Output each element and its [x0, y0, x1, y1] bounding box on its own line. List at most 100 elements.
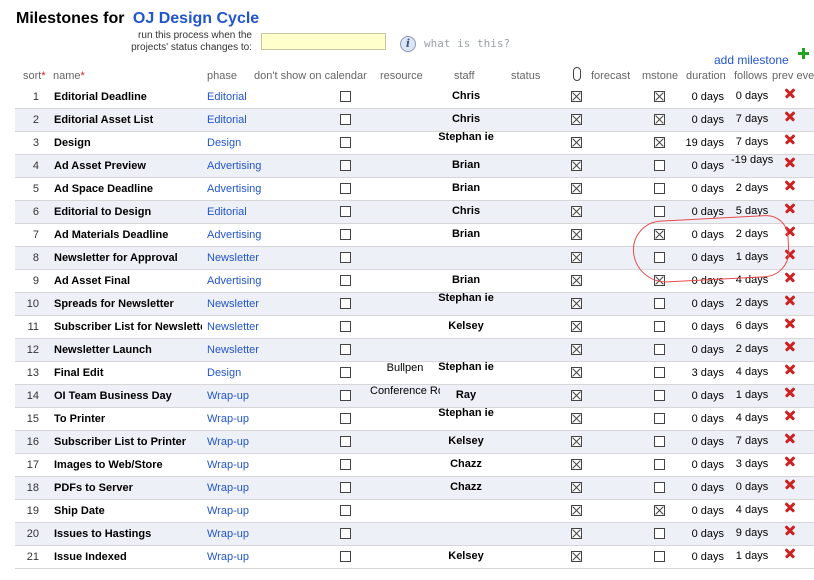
milestone-checkbox[interactable] [654, 505, 665, 516]
col-header-name[interactable]: name* [53, 70, 85, 82]
add-plus-icon[interactable] [798, 48, 809, 59]
attachment-checkbox[interactable] [571, 344, 582, 355]
milestone-name[interactable]: Issue Indexed [54, 551, 202, 565]
phase-link[interactable]: Wrap-up [207, 459, 249, 471]
project-name-link[interactable]: OJ Design Cycle [133, 10, 259, 27]
attachment-checkbox[interactable] [571, 91, 582, 102]
delete-icon[interactable] [785, 134, 795, 144]
milestone-checkbox[interactable] [654, 137, 665, 148]
milestone-name[interactable]: Ad Space Deadline [54, 183, 202, 197]
attachment-checkbox[interactable] [571, 321, 582, 332]
attachment-checkbox[interactable] [571, 275, 582, 286]
hide-calendar-checkbox[interactable] [340, 528, 351, 539]
attachment-checkbox[interactable] [571, 183, 582, 194]
delete-icon[interactable] [785, 364, 795, 374]
attachment-checkbox[interactable] [571, 137, 582, 148]
milestone-name[interactable]: Design [54, 137, 202, 151]
milestone-checkbox[interactable] [654, 298, 665, 309]
phase-link[interactable]: Advertising [207, 160, 261, 172]
milestone-checkbox[interactable] [654, 344, 665, 355]
delete-icon[interactable] [785, 433, 795, 443]
milestone-checkbox[interactable] [654, 206, 665, 217]
milestone-name[interactable]: Editorial Deadline [54, 91, 202, 105]
delete-icon[interactable] [785, 525, 795, 535]
milestone-checkbox[interactable] [654, 114, 665, 125]
phase-link[interactable]: Wrap-up [207, 528, 249, 540]
phase-link[interactable]: Wrap-up [207, 436, 249, 448]
milestone-name[interactable]: Editorial to Design [54, 206, 202, 220]
delete-icon[interactable] [785, 456, 795, 466]
phase-link[interactable]: Wrap-up [207, 505, 249, 517]
attachment-checkbox[interactable] [571, 298, 582, 309]
attachment-checkbox[interactable] [571, 206, 582, 217]
delete-icon[interactable] [785, 387, 795, 397]
attachment-checkbox[interactable] [571, 413, 582, 424]
attachment-checkbox[interactable] [571, 114, 582, 125]
milestone-checkbox[interactable] [654, 91, 665, 102]
phase-link[interactable]: Editorial [207, 91, 247, 103]
hide-calendar-checkbox[interactable] [340, 137, 351, 148]
hide-calendar-checkbox[interactable] [340, 252, 351, 263]
phase-link[interactable]: Newsletter [207, 344, 259, 356]
attachment-checkbox[interactable] [571, 229, 582, 240]
phase-link[interactable]: Advertising [207, 229, 261, 241]
milestone-checkbox[interactable] [654, 551, 665, 562]
attachment-checkbox[interactable] [571, 436, 582, 447]
milestone-name[interactable]: Subscriber List to Printer [54, 436, 202, 450]
milestone-name[interactable]: Spreads for Newsletter [54, 298, 202, 312]
delete-icon[interactable] [785, 111, 795, 121]
phase-link[interactable]: Design [207, 137, 241, 149]
hide-calendar-checkbox[interactable] [340, 413, 351, 424]
milestone-name[interactable]: Images to Web/Store [54, 459, 202, 473]
phase-link[interactable]: Wrap-up [207, 551, 249, 563]
phase-link[interactable]: Newsletter [207, 321, 259, 333]
delete-icon[interactable] [785, 341, 795, 351]
delete-icon[interactable] [785, 203, 795, 213]
milestone-checkbox[interactable] [654, 183, 665, 194]
hide-calendar-checkbox[interactable] [340, 551, 351, 562]
delete-icon[interactable] [785, 180, 795, 190]
hide-calendar-checkbox[interactable] [340, 183, 351, 194]
phase-link[interactable]: Editorial [207, 114, 247, 126]
milestone-name[interactable]: PDFs to Server [54, 482, 202, 496]
phase-link[interactable]: Advertising [207, 183, 261, 195]
milestone-checkbox[interactable] [654, 160, 665, 171]
attachment-checkbox[interactable] [571, 551, 582, 562]
milestone-checkbox[interactable] [654, 482, 665, 493]
milestone-name[interactable]: Newsletter Launch [54, 344, 202, 358]
phase-link[interactable]: Design [207, 367, 241, 379]
milestone-checkbox[interactable] [654, 390, 665, 401]
hide-calendar-checkbox[interactable] [340, 505, 351, 516]
what-is-this-link[interactable]: what is this? [424, 37, 510, 50]
attachment-checkbox[interactable] [571, 505, 582, 516]
attachment-checkbox[interactable] [571, 160, 582, 171]
milestone-name[interactable]: OI Team Business Day [54, 390, 202, 404]
hide-calendar-checkbox[interactable] [340, 436, 351, 447]
delete-icon[interactable] [785, 272, 795, 282]
milestone-checkbox[interactable] [654, 367, 665, 378]
attachment-checkbox[interactable] [571, 528, 582, 539]
hide-calendar-checkbox[interactable] [340, 459, 351, 470]
attachment-checkbox[interactable] [571, 390, 582, 401]
col-header-sort[interactable]: sort* [23, 70, 46, 82]
add-milestone-link[interactable]: add milestone [714, 53, 789, 67]
milestone-name[interactable]: Ship Date [54, 505, 202, 519]
phase-link[interactable]: Wrap-up [207, 390, 249, 402]
delete-icon[interactable] [785, 295, 795, 305]
phase-link[interactable]: Newsletter [207, 252, 259, 264]
hide-calendar-checkbox[interactable] [340, 91, 351, 102]
milestone-checkbox[interactable] [654, 321, 665, 332]
hide-calendar-checkbox[interactable] [340, 298, 351, 309]
attachment-checkbox[interactable] [571, 252, 582, 263]
hide-calendar-checkbox[interactable] [340, 321, 351, 332]
milestone-name[interactable]: To Printer [54, 413, 202, 427]
phase-link[interactable]: Newsletter [207, 298, 259, 310]
hide-calendar-checkbox[interactable] [340, 390, 351, 401]
phase-link[interactable]: Wrap-up [207, 482, 249, 494]
milestone-checkbox[interactable] [654, 459, 665, 470]
phase-link[interactable]: Advertising [207, 275, 261, 287]
milestone-name[interactable]: Ad Asset Preview [54, 160, 202, 174]
hide-calendar-checkbox[interactable] [340, 367, 351, 378]
delete-icon[interactable] [785, 502, 795, 512]
delete-icon[interactable] [785, 157, 795, 167]
